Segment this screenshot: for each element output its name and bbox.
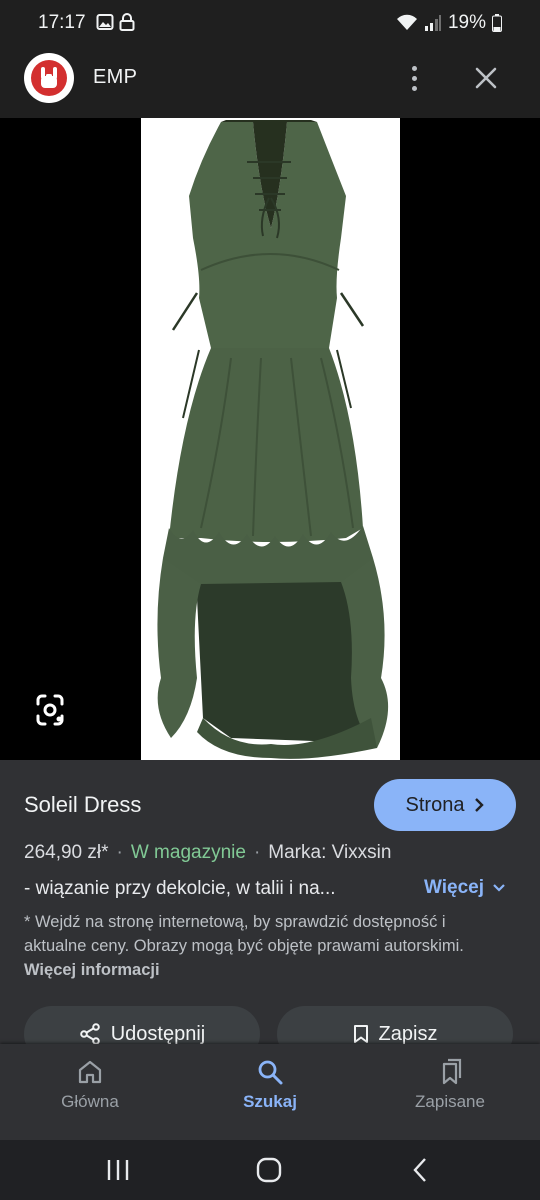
more-vert-icon (411, 65, 417, 71)
home-circle-icon (256, 1157, 282, 1183)
search-icon (258, 1060, 283, 1085)
nav-label-home: Główna (61, 1092, 119, 1111)
more-button[interactable]: Więcej (424, 877, 506, 899)
nav-item-saved[interactable]: Zapisane (360, 1044, 540, 1140)
battery-icon (492, 14, 502, 32)
signal-icon (424, 15, 441, 31)
stock-status: W magazynie (130, 842, 246, 863)
chevron-down-icon (493, 884, 505, 892)
bookmarks-icon (442, 1058, 462, 1085)
status-bar: 17:17 19% (0, 0, 540, 46)
back-icon (413, 1158, 426, 1182)
dress-illustration (157, 120, 389, 759)
product-meta: 264,90 zł* · W magazynie · Marka: Vixxsi… (24, 842, 392, 863)
product-info-panel: Soleil Dress Strona 264,90 zł* · W magaz… (0, 760, 540, 1062)
google-lens-icon[interactable] (30, 690, 70, 730)
home-icon (78, 1060, 102, 1084)
back-system-button[interactable] (400, 1152, 440, 1188)
bottom-navigation: Główna Szukaj Zapisane (0, 1044, 540, 1140)
product-price: 264,90 zł* (24, 842, 109, 863)
close-icon[interactable] (468, 60, 504, 96)
share-icon (79, 1023, 100, 1045)
nav-item-home[interactable]: Główna (0, 1044, 180, 1140)
share-label: Udostępnij (110, 1022, 206, 1045)
nav-label-saved: Zapisane (415, 1092, 485, 1111)
nav-item-search[interactable]: Szukaj (180, 1044, 360, 1140)
recent-apps-icon (107, 1160, 129, 1180)
visit-site-button[interactable]: Strona (374, 779, 516, 831)
status-right: 19% (396, 12, 502, 34)
system-navigation-bar (0, 1140, 540, 1200)
more-label: Więcej (424, 877, 485, 898)
bookmark-icon (353, 1025, 368, 1043)
rock-hand-icon (41, 67, 57, 88)
site-logo[interactable] (24, 53, 74, 103)
nav-label-search: Szukaj (243, 1092, 297, 1111)
product-title: Soleil Dress (24, 792, 142, 817)
status-time: 17:17 (38, 12, 86, 33)
wifi-icon (396, 14, 417, 30)
image-viewer (0, 118, 540, 760)
product-brand: Marka: Vixxsin (268, 842, 392, 863)
source-header: EMP (0, 46, 540, 118)
product-image[interactable] (141, 118, 400, 760)
site-name[interactable]: EMP (93, 66, 137, 89)
lock-notification-icon (119, 13, 135, 31)
gallery-notification-icon (96, 14, 114, 30)
recent-apps-button[interactable] (98, 1152, 138, 1188)
more-options-button[interactable] (400, 58, 428, 98)
disclaimer-text: * Wejdź na stronę internetową, by sprawd… (24, 910, 494, 982)
battery-percent: 19% (447, 12, 486, 33)
product-description: - wiązanie przy dekolcie, w talii i na..… (24, 878, 336, 899)
disclaimer-body: * Wejdź na stronę internetową, by sprawd… (24, 913, 464, 955)
more-info-link[interactable]: Więcej informacji (24, 961, 160, 979)
chevron-right-icon (475, 798, 485, 812)
home-system-button[interactable] (249, 1152, 289, 1188)
visit-site-label: Strona (405, 793, 465, 816)
save-label: Zapisz (378, 1022, 438, 1045)
